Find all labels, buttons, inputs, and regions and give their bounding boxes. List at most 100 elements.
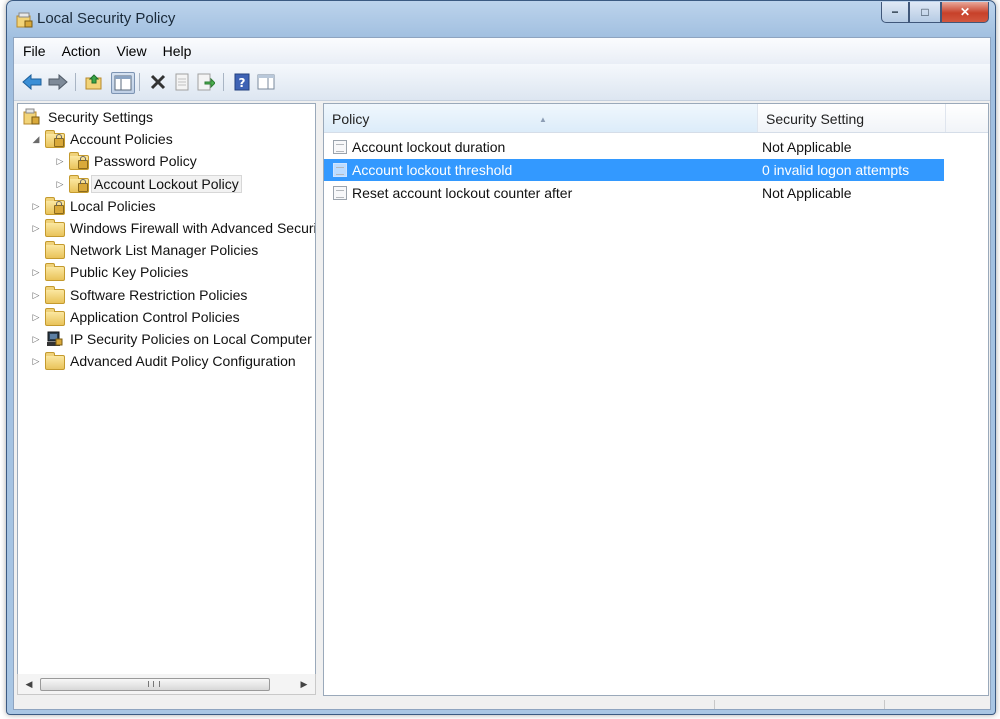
column-header-security-setting[interactable]: Security Setting [758, 104, 946, 132]
toolbar-separator [223, 73, 224, 91]
expand-arrow-icon[interactable]: ▷ [30, 222, 42, 234]
folder-icon [44, 241, 65, 259]
tree-item-label: Public Key Policies [70, 264, 189, 280]
up-one-level-button[interactable] [83, 72, 105, 92]
console-tree[interactable]: Security Settings ◢ Account Policies ▷ P… [17, 103, 316, 675]
help-button[interactable]: ? [231, 72, 253, 92]
toolbar-separator [139, 73, 140, 91]
folder-lock-icon [68, 175, 89, 193]
tree-item-label: Account Policies [70, 131, 173, 147]
expand-arrow-icon[interactable]: ▷ [54, 178, 66, 190]
sort-ascending-icon: ▲ [539, 115, 547, 124]
help-icon: ? [234, 73, 250, 91]
properties-button[interactable] [171, 72, 193, 92]
expand-arrow-icon[interactable]: ▷ [30, 333, 42, 345]
tree-horizontal-scrollbar[interactable]: ◀ ▶ [17, 674, 316, 695]
folder-lock-icon [44, 197, 65, 215]
maximize-button[interactable]: □ [909, 2, 941, 23]
tree-item-account-policies[interactable]: ◢ Account Policies [30, 128, 176, 150]
expand-arrow-icon[interactable]: ▷ [30, 266, 42, 278]
policy-setting: 0 invalid logon attempts [762, 162, 910, 178]
list-header: Policy ▲ Security Setting [324, 104, 988, 133]
policy-icon [333, 186, 347, 200]
tree-item-account-lockout-policy[interactable]: ▷ Account Lockout Policy [54, 173, 242, 195]
minimize-button[interactable]: − [881, 2, 909, 23]
tree-item-label: Application Control Policies [70, 309, 240, 325]
tree-item-label: Password Policy [94, 153, 197, 169]
policy-row-lockout-duration[interactable]: Account lockout duration Not Applicable [324, 136, 944, 158]
folder-lock-icon [68, 152, 89, 170]
tree-item-password-policy[interactable]: ▷ Password Policy [54, 150, 200, 172]
policy-row-reset-counter[interactable]: Reset account lockout counter after Not … [324, 182, 944, 204]
expand-arrow-icon[interactable]: ▷ [30, 200, 42, 212]
scroll-left-arrow-icon[interactable]: ◀ [22, 677, 36, 691]
status-segment [884, 700, 991, 709]
window-title: Local Security Policy [37, 10, 176, 27]
title-bar[interactable]: Local Security Policy − □ ✕ [7, 1, 995, 37]
forward-icon [48, 74, 68, 90]
back-icon [22, 74, 42, 90]
tree-item-label: Security Settings [48, 109, 154, 125]
client-area: File Action View Help ? Security Setting… [13, 37, 991, 710]
show-hide-action-pane-button[interactable] [255, 72, 277, 92]
policy-icon [333, 163, 347, 177]
tree-item-label: IP Security Policies on Local Computer [70, 331, 312, 347]
expand-arrow-icon[interactable]: ▷ [30, 355, 42, 367]
tree-item-label: Windows Firewall with Advanced Security [70, 220, 316, 236]
tree-item-label: Software Restriction Policies [70, 287, 248, 303]
folder-icon [44, 352, 65, 370]
column-header-policy[interactable]: Policy ▲ [324, 104, 758, 132]
menu-view[interactable]: View [108, 40, 154, 62]
tree-item-advanced-audit[interactable]: ▷ Advanced Audit Policy Configuration [30, 350, 299, 372]
properties-icon [175, 73, 189, 91]
back-button[interactable] [21, 72, 43, 92]
tree-item-software-restriction[interactable]: ▷ Software Restriction Policies [30, 284, 250, 306]
tree-item-windows-firewall[interactable]: ▷ Windows Firewall with Advanced Securit… [30, 217, 316, 239]
window-controls: − □ ✕ [881, 2, 989, 24]
policy-setting: Not Applicable [762, 185, 852, 201]
policy-name: Reset account lockout counter after [352, 185, 573, 201]
tree-item-application-control[interactable]: ▷ Application Control Policies [30, 306, 243, 328]
delete-button[interactable] [147, 72, 169, 92]
menu-help[interactable]: Help [155, 40, 200, 62]
folder-lock-icon [44, 130, 65, 148]
tree-item-label: Account Lockout Policy [91, 175, 242, 193]
close-button[interactable]: ✕ [941, 2, 989, 23]
export-list-button[interactable] [195, 72, 217, 92]
policy-name: Account lockout threshold [352, 162, 513, 178]
security-settings-icon [22, 108, 42, 126]
policy-name: Account lockout duration [352, 139, 506, 155]
tree-item-local-policies[interactable]: ▷ Local Policies [30, 195, 159, 217]
tree-item-public-key-policies[interactable]: ▷ Public Key Policies [30, 261, 191, 283]
tree-item-label: Network List Manager Policies [70, 242, 259, 258]
expand-arrow-icon[interactable]: ▷ [54, 155, 66, 167]
tree-item-ip-security[interactable]: ▷ IP Security Policies on Local Computer [30, 328, 315, 350]
delete-icon [150, 74, 166, 90]
status-bar [14, 700, 990, 709]
tree-item-label: Advanced Audit Policy Configuration [70, 353, 296, 369]
column-header-label: Policy [332, 111, 370, 127]
show-hide-tree-icon [114, 75, 132, 91]
expand-arrow-icon[interactable]: ▷ [30, 311, 42, 323]
menu-action[interactable]: Action [54, 40, 109, 62]
scroll-right-arrow-icon[interactable]: ▶ [297, 677, 311, 691]
collapse-arrow-icon[interactable]: ◢ [30, 133, 42, 145]
column-header-label: Security Setting [766, 111, 865, 127]
folder-icon [44, 219, 65, 237]
security-policy-icon [16, 12, 33, 28]
forward-button[interactable] [47, 72, 69, 92]
menu-file[interactable]: File [14, 40, 54, 62]
expand-arrow-icon[interactable]: ▷ [30, 289, 42, 301]
policy-row-lockout-threshold[interactable]: Account lockout threshold 0 invalid logo… [324, 159, 944, 181]
results-pane[interactable]: Policy ▲ Security Setting Account lockou… [323, 103, 989, 696]
scrollbar-thumb[interactable] [40, 678, 270, 691]
show-hide-console-tree-button[interactable] [111, 72, 135, 94]
tree-item-security-settings[interactable]: Security Settings [22, 106, 156, 128]
toolbar: ? [14, 64, 990, 101]
toolbar-separator [75, 73, 76, 91]
ip-security-computer-icon [44, 330, 64, 348]
action-pane-icon [257, 74, 275, 90]
tree-item-network-list-manager[interactable]: Network List Manager Policies [30, 239, 261, 261]
folder-icon [44, 308, 65, 326]
svg-text:?: ? [239, 76, 246, 90]
